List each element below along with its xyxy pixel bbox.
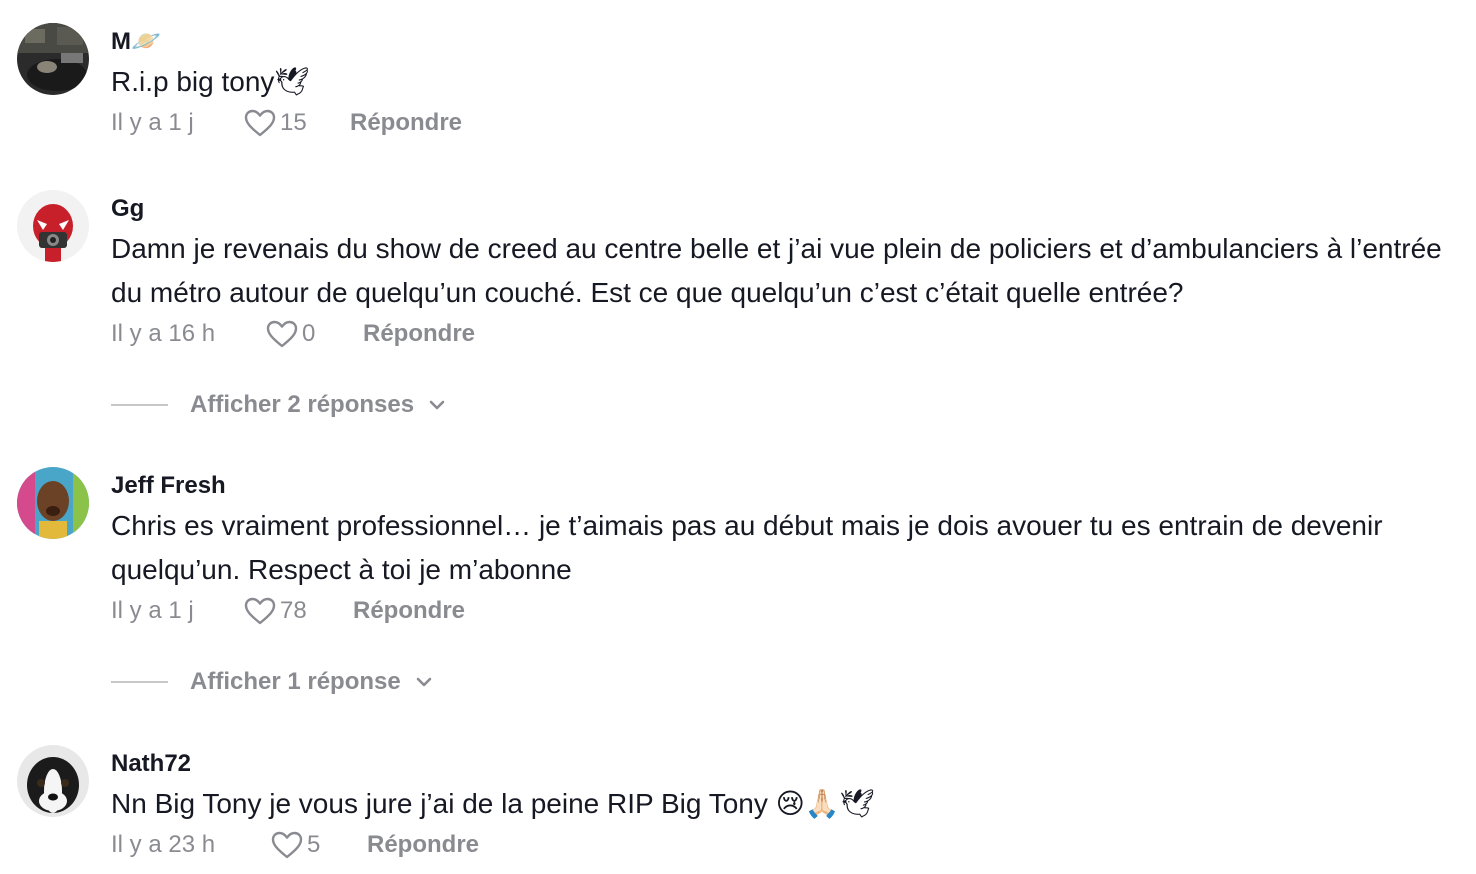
comment-text: Chris es vraiment professionnel… je t’ai… — [111, 510, 1383, 585]
like-button[interactable]: 15 — [244, 107, 307, 139]
like-count: 78 — [280, 597, 307, 624]
view-replies-button[interactable]: Afficher 1 réponse — [111, 666, 435, 698]
timestamp: Il y a 23 h — [111, 831, 216, 858]
avatar[interactable] — [17, 467, 89, 539]
heart-icon — [271, 831, 303, 859]
reply-button[interactable]: Répondre — [353, 595, 465, 627]
timestamp: Il y a 16 h — [111, 320, 216, 347]
person-avatar-icon — [17, 467, 89, 539]
comment-text: Nn Big Tony je vous jure j’ai de la pein… — [111, 788, 876, 819]
comment-text: R.i.p big tony🕊 — [111, 66, 310, 97]
reply-button[interactable]: Répondre — [367, 829, 479, 861]
username[interactable]: M🪐 — [111, 28, 161, 56]
like-count: 0 — [302, 320, 316, 347]
view-replies-button[interactable]: Afficher 2 réponses — [111, 389, 448, 421]
timestamp: Il y a 1 j — [111, 109, 194, 136]
divider — [111, 681, 168, 683]
heart-icon — [266, 320, 298, 348]
username[interactable]: Jeff Fresh — [111, 472, 226, 500]
reply-button[interactable]: Répondre — [350, 107, 462, 139]
dog-avatar-icon — [17, 745, 89, 817]
view-replies-label: Afficher 1 réponse — [190, 668, 401, 695]
view-replies-label: Afficher 2 réponses — [190, 391, 415, 418]
avatar[interactable] — [17, 745, 89, 817]
avatar[interactable] — [17, 190, 89, 262]
comment-text: Damn je revenais du show de creed au cen… — [111, 233, 1442, 308]
chevron-down-icon — [429, 400, 445, 410]
chevron-down-icon — [416, 677, 432, 687]
like-button[interactable]: 5 — [271, 829, 320, 861]
timestamp: Il y a 1 j — [111, 597, 194, 624]
reply-button[interactable]: Répondre — [363, 318, 475, 350]
like-count: 5 — [307, 831, 321, 858]
spiderman-avatar-icon — [17, 190, 89, 262]
like-count: 15 — [280, 109, 307, 136]
like-button[interactable]: 0 — [266, 318, 315, 350]
like-button[interactable]: 78 — [244, 595, 307, 627]
heart-icon — [244, 109, 276, 137]
username[interactable]: Gg — [111, 195, 144, 223]
avatar-photo-icon — [17, 23, 89, 95]
divider — [111, 404, 168, 406]
avatar[interactable] — [17, 23, 89, 95]
username[interactable]: Nath72 — [111, 750, 191, 778]
heart-icon — [244, 597, 276, 625]
